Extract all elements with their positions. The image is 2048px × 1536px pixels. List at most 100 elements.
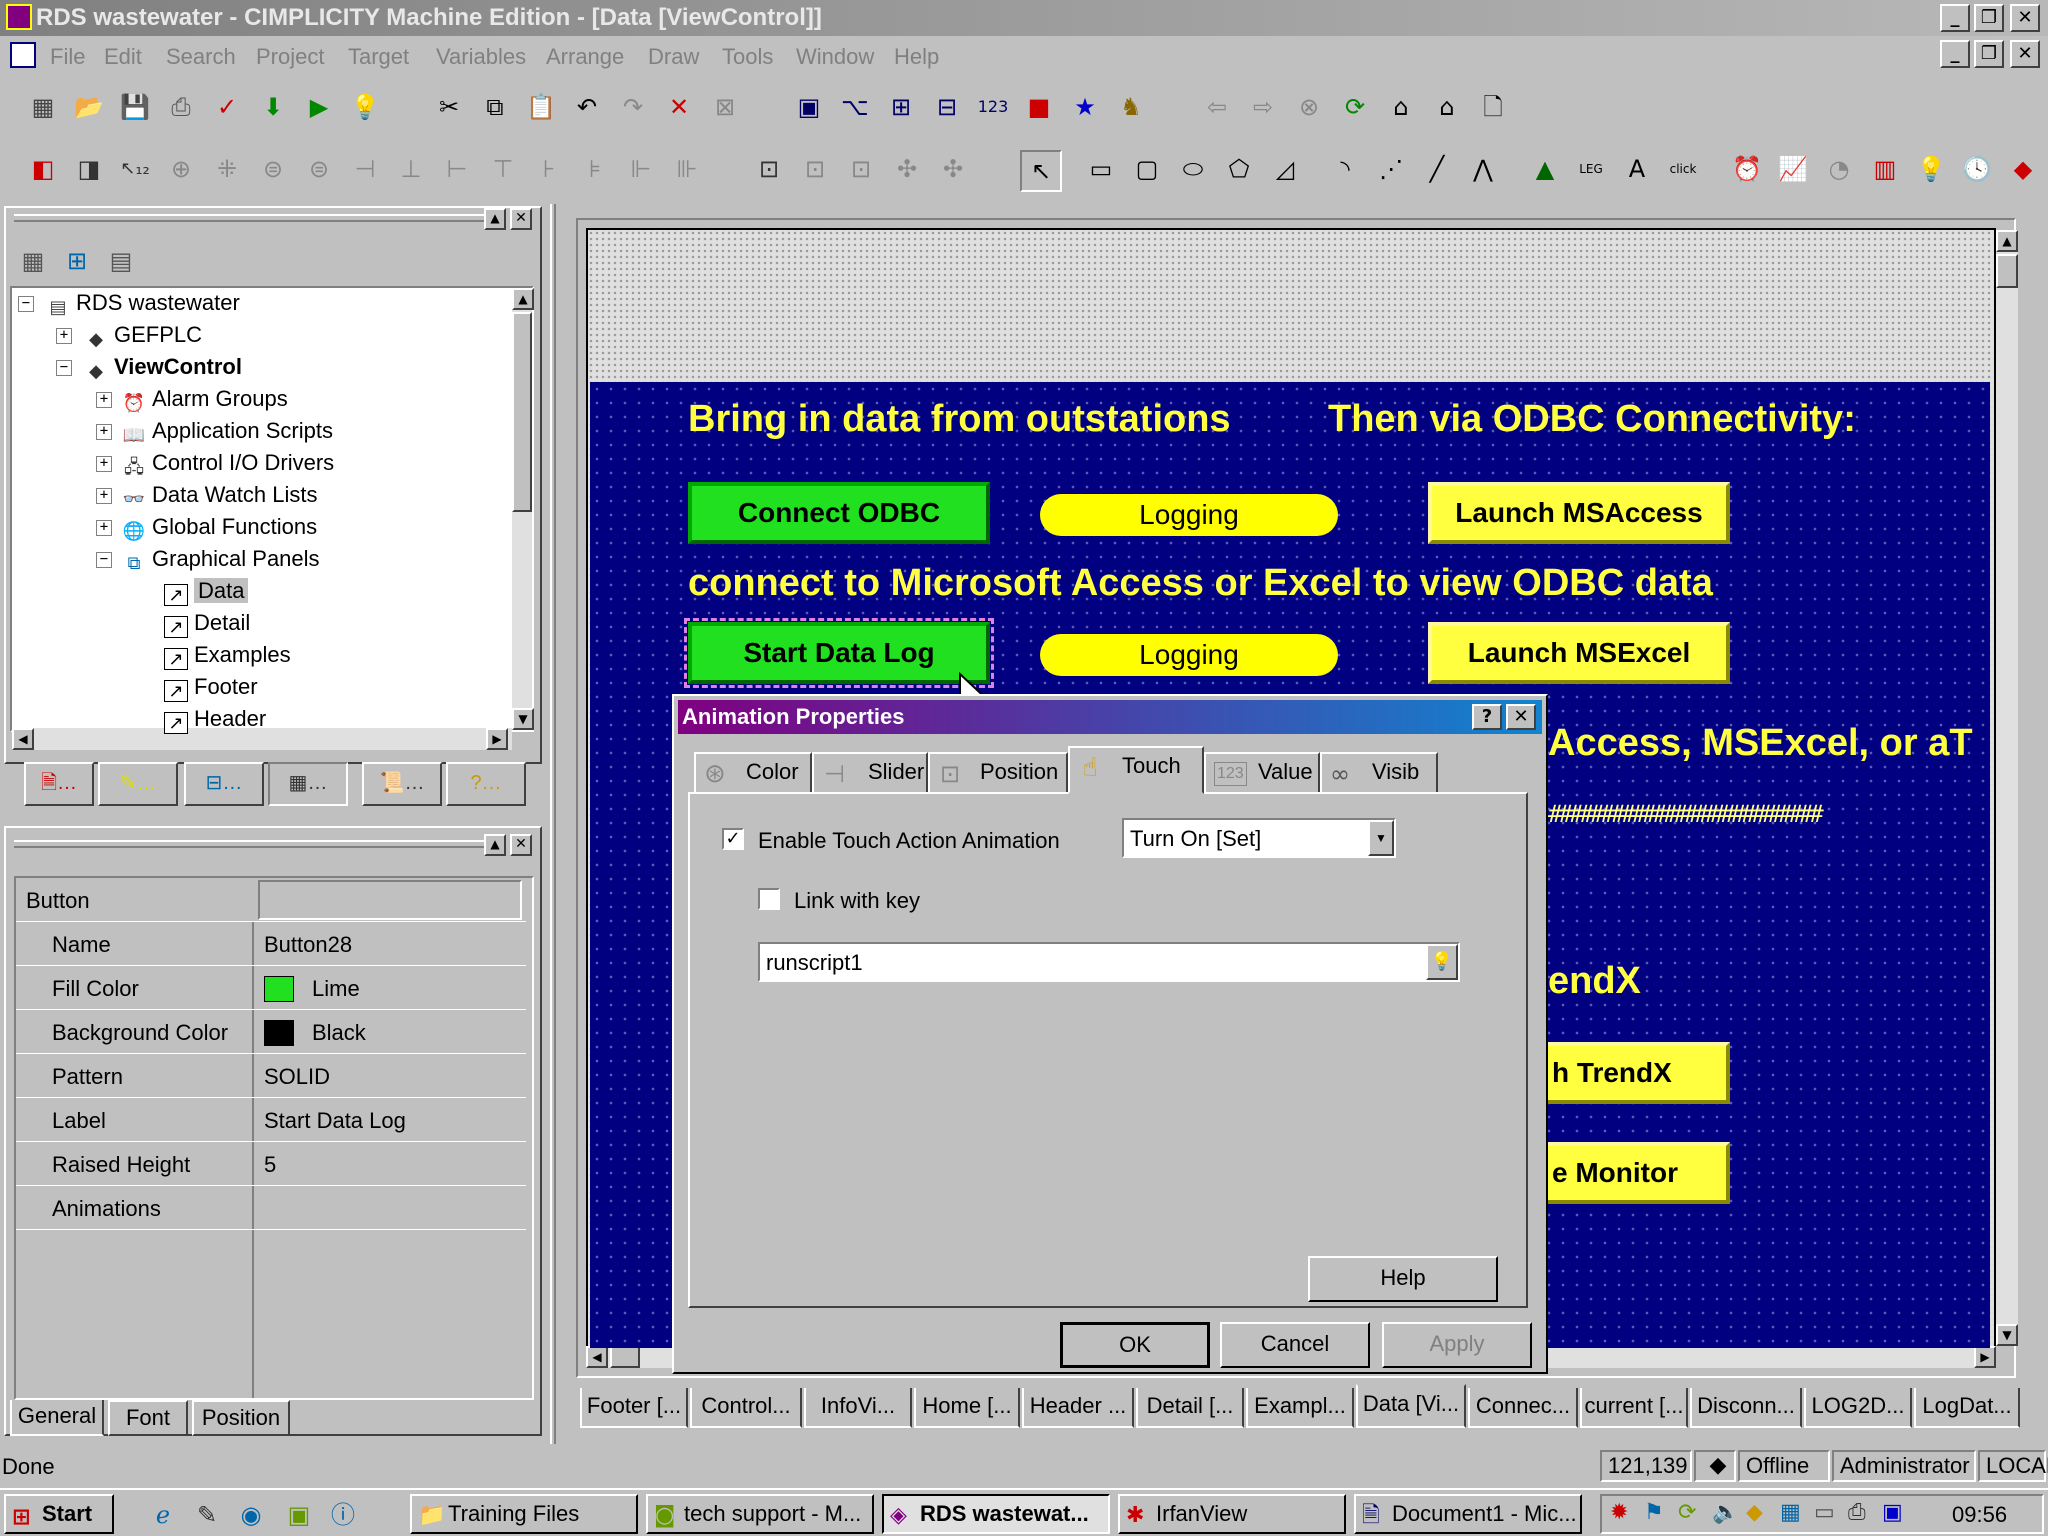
chevron-down-icon[interactable]: ▼ <box>1368 820 1394 856</box>
doc-tab-infoview[interactable]: InfoVi... <box>804 1388 912 1428</box>
tray-com-icon[interactable]: ▣ <box>1882 1500 1903 1525</box>
tray-display-icon[interactable]: ▭ <box>1814 1500 1835 1525</box>
tree-item-graphical-panels[interactable]: ⧉ Graphical Panels <box>122 546 320 575</box>
print-icon[interactable]: ⎙ <box>162 88 200 126</box>
pie-icon[interactable]: ◿ <box>1266 150 1304 188</box>
forward-icon[interactable]: ⇨ <box>1244 88 1282 126</box>
tray-printer-icon[interactable]: ⎙ <box>1848 1500 1866 1525</box>
task-rds-wastewater[interactable]: ◈ RDS wastewat... <box>882 1494 1110 1534</box>
canvas-hscroll-thumb[interactable] <box>610 1346 640 1368</box>
tray-monitor-icon[interactable]: ▦ <box>1780 1500 1801 1525</box>
tree-scroll-thumb[interactable] <box>512 312 532 512</box>
property-value[interactable]: Black <box>312 1020 366 1046</box>
inspector-restore-button[interactable]: ▲ <box>484 834 506 856</box>
bitmap-icon[interactable]: ▲ <box>1526 150 1564 188</box>
inspector-tab-position[interactable]: Position <box>192 1400 290 1436</box>
pointer-icon[interactable]: ↖ <box>1022 152 1060 190</box>
rounded-rect-icon[interactable]: ▢ <box>1128 150 1166 188</box>
space-v-icon[interactable]: ⊪ <box>668 150 706 188</box>
doc-tab-home[interactable]: Home [... <box>914 1388 1020 1428</box>
cancel-button[interactable]: Cancel <box>1220 1322 1370 1368</box>
doc-minimize-button[interactable]: _ <box>1940 40 1970 68</box>
navigator-grip[interactable] <box>14 214 484 222</box>
tray-volume-icon[interactable]: 🔈 <box>1712 1500 1739 1525</box>
snap-icon[interactable]: ⊡ <box>796 150 834 188</box>
tab-slider[interactable]: ⊣ Slider <box>812 752 928 792</box>
menu-window[interactable]: Window <box>796 44 874 70</box>
menu-search[interactable]: Search <box>166 44 236 70</box>
canvas-scroll-left[interactable]: ◀ <box>586 1346 608 1368</box>
tree-item-project[interactable]: ▤ RDS wastewater <box>46 290 239 319</box>
cut-icon[interactable]: ✂ <box>430 88 468 126</box>
menu-tools[interactable]: Tools <box>722 44 773 70</box>
doc-tab-examples[interactable]: Exampl... <box>1246 1388 1354 1428</box>
tree-item-data-watch[interactable]: 👓 Data Watch Lists <box>122 482 318 511</box>
navigator-close-button[interactable]: ✕ <box>510 208 532 230</box>
inspector-tab-general[interactable]: General <box>10 1400 104 1436</box>
property-row[interactable]: Label Start Data Log <box>16 1098 526 1142</box>
menu-file[interactable]: File <box>50 44 85 70</box>
property-value[interactable]: Button28 <box>264 932 352 958</box>
launch-monitor-button[interactable]: e Monitor <box>1548 1142 1730 1204</box>
menu-help[interactable]: Help <box>894 44 939 70</box>
star-icon[interactable]: ★ <box>1066 88 1104 126</box>
doc-tab-detail[interactable]: Detail [... <box>1136 1388 1244 1428</box>
home-icon[interactable]: ⌂ <box>1382 88 1420 126</box>
tree-item-header[interactable]: ↗ Header <box>164 706 266 734</box>
fill-color-swatch[interactable] <box>264 976 294 1002</box>
doc-tab-data[interactable]: Data [Vi... <box>1356 1384 1466 1428</box>
nav-tab-toolchest[interactable]: ▦… <box>268 762 348 806</box>
tree-item-viewcontrol[interactable]: ◆ ViewControl <box>84 354 242 383</box>
property-row[interactable]: Name Button28 <box>16 922 526 966</box>
heading-outstations[interactable]: Bring in data from outstations <box>688 398 1231 441</box>
tray-tool-icon[interactable]: ◆ <box>1746 1500 1763 1525</box>
desktop-icon[interactable]: ✎ <box>188 1496 226 1534</box>
expand-icon[interactable]: + <box>96 456 112 472</box>
property-row[interactable]: Background Color Black <box>16 1010 526 1054</box>
align-middle-icon[interactable]: ⊦ <box>530 150 568 188</box>
selection-handles[interactable] <box>684 618 994 688</box>
start-button[interactable]: ⊞ Start <box>4 1494 114 1534</box>
task-document1[interactable]: 🗎 Document1 - Mic... <box>1354 1494 1582 1534</box>
connect-odbc-button[interactable]: Connect ODBC <box>688 482 990 544</box>
properties-icon[interactable]: ⊟ <box>928 88 966 126</box>
help-wizard-icon[interactable]: ♞ <box>1112 88 1150 126</box>
tab-color[interactable]: ⊛ Color <box>694 752 812 792</box>
ungroup-icon[interactable]: ⊜ <box>254 150 292 188</box>
property-row[interactable]: Raised Height 5 <box>16 1142 526 1186</box>
canvas-scroll-thumb[interactable] <box>1996 254 2018 288</box>
tray-network-icon[interactable]: ⚑ <box>1644 1500 1664 1525</box>
run-icon[interactable]: ▶ <box>300 88 338 126</box>
data-watch-icon[interactable]: 123 <box>974 88 1012 126</box>
download-icon[interactable]: ⬇ <box>254 88 292 126</box>
property-row[interactable]: Animations <box>16 1186 526 1230</box>
delete-icon[interactable]: ✕ <box>660 88 698 126</box>
background-color-swatch[interactable] <box>264 1020 294 1046</box>
legend-icon[interactable]: LEG <box>1572 150 1610 188</box>
bar-graph-icon[interactable]: ▥ <box>1866 150 1904 188</box>
expand-icon[interactable]: + <box>96 488 112 504</box>
menu-variables[interactable]: Variables <box>436 44 526 70</box>
toolchest-icon[interactable]: ■ <box>1020 88 1058 126</box>
help-button[interactable]: Help <box>1308 1256 1498 1302</box>
tab-visibility[interactable]: ∞ Visib <box>1320 752 1438 792</box>
lock-icon[interactable]: ⊜ <box>300 150 338 188</box>
freeform-icon[interactable]: ⋀ <box>1464 150 1502 188</box>
inspector-grip[interactable] <box>14 840 484 848</box>
meter-icon[interactable]: ◔ <box>1820 150 1858 188</box>
rotate-icon[interactable]: ✣ <box>888 150 926 188</box>
tree-item-gefplc[interactable]: ◆ GEFPLC <box>84 322 202 351</box>
property-value[interactable]: SOLID <box>264 1064 330 1090</box>
info-icon[interactable]: ⓘ <box>324 1496 362 1534</box>
nav-tab-variables[interactable]: ✎… <box>98 762 178 806</box>
undo-icon[interactable]: ↶ <box>568 88 606 126</box>
tree-item-global-functions[interactable]: 🌐 Global Functions <box>122 514 317 543</box>
line-icon[interactable]: ╱ <box>1418 150 1456 188</box>
trend-icon[interactable]: 📈 <box>1774 150 1812 188</box>
align-left-icon[interactable]: ⊣ <box>346 150 384 188</box>
flip-icon[interactable]: ✣ <box>934 150 972 188</box>
ie-icon[interactable]: ℯ <box>144 1496 182 1534</box>
nav-tab-help[interactable]: ?… <box>446 762 526 806</box>
send-back-icon[interactable]: ◨ <box>70 150 108 188</box>
canvas-scroll-down[interactable]: ▼ <box>1996 1324 2018 1346</box>
